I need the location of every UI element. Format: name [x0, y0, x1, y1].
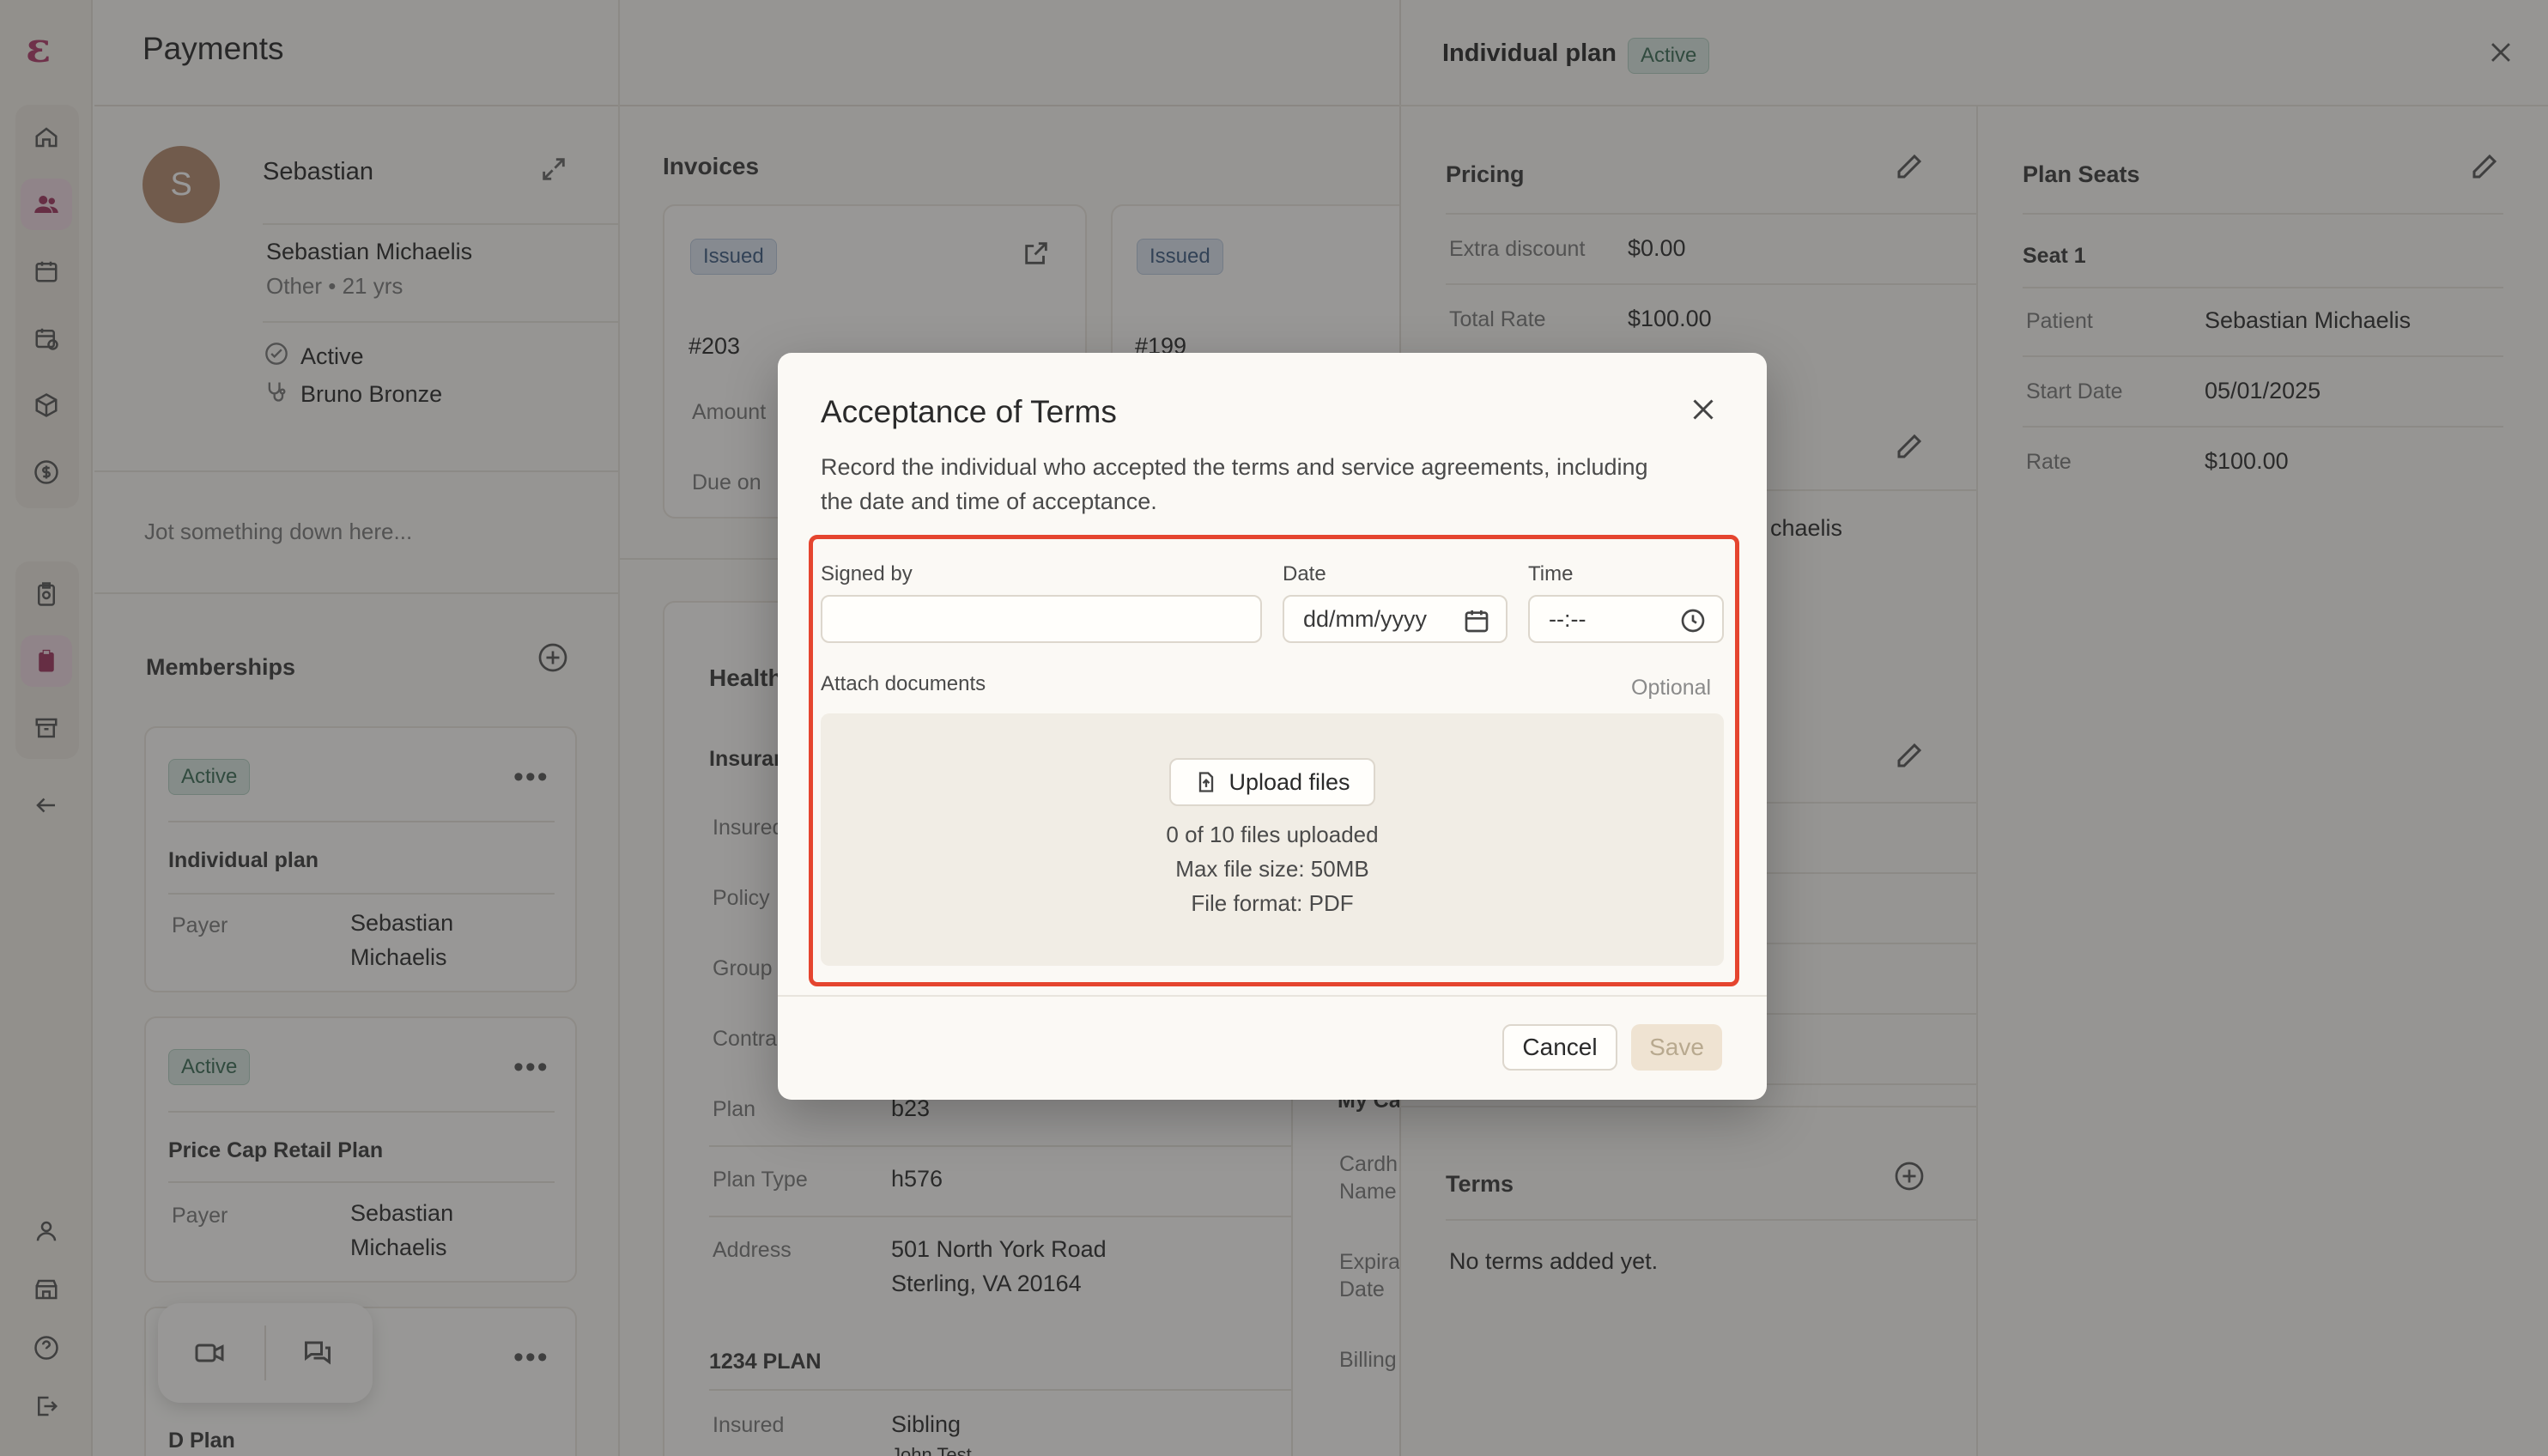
- files-count-text: 0 of 10 files uploaded: [1166, 822, 1379, 847]
- dialog-description-line1: Record the individual who accepted the t…: [821, 454, 1648, 480]
- upload-files-label: Upload files: [1228, 768, 1350, 795]
- optional-label: Optional: [1631, 676, 1712, 700]
- dialog-description-line2: the date and time of acceptance.: [821, 488, 1157, 514]
- time-placeholder: --:--: [1549, 605, 1586, 632]
- upload-icon: [1199, 772, 1214, 792]
- date-placeholder: dd/mm/yyyy: [1303, 605, 1428, 632]
- dialog-footer-divider: [778, 995, 1767, 997]
- date-label: Date: [1283, 562, 1326, 585]
- acceptance-of-terms-dialog: Acceptance of Terms Record the individua…: [778, 353, 1767, 1100]
- upload-files-button[interactable]: Upload files: [1169, 758, 1375, 806]
- attach-documents-label: Attach documents: [821, 672, 986, 695]
- time-label: Time: [1528, 562, 1574, 585]
- time-input[interactable]: --:--: [1528, 595, 1724, 643]
- signed-by-label: Signed by: [821, 562, 913, 585]
- dialog-close-icon[interactable]: [1688, 394, 1719, 429]
- dialog-title: Acceptance of Terms: [821, 394, 1117, 429]
- calendar-icon[interactable]: [1463, 607, 1490, 640]
- date-input[interactable]: dd/mm/yyyy: [1283, 595, 1508, 643]
- clock-icon[interactable]: [1679, 607, 1707, 640]
- cancel-button[interactable]: Cancel: [1502, 1024, 1617, 1071]
- max-size-text: Max file size: 50MB: [1175, 856, 1369, 882]
- save-button[interactable]: Save: [1631, 1024, 1722, 1071]
- signed-by-input[interactable]: [821, 595, 1262, 643]
- file-format-text: File format: PDF: [1191, 890, 1354, 916]
